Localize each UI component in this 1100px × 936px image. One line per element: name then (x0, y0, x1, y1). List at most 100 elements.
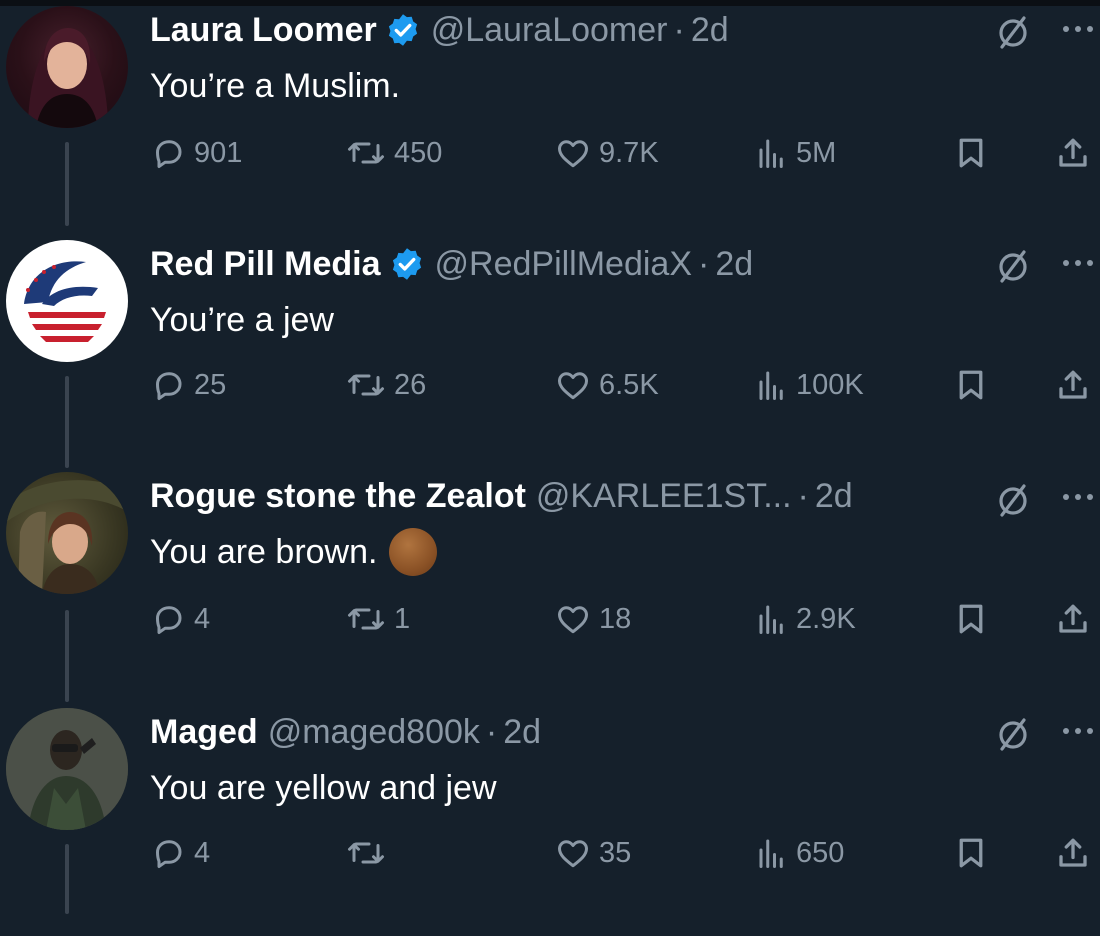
heart-icon (558, 372, 588, 400)
views-icon (759, 371, 783, 400)
views-button[interactable]: 2.9K (752, 594, 856, 644)
retweet-button[interactable]: 450 (346, 128, 442, 178)
views-button[interactable]: 5M (752, 128, 836, 178)
tweet[interactable]: Red Pill Media @RedPillMediaX · 2d You’r… (0, 234, 1100, 468)
timestamp[interactable]: 2d (815, 474, 853, 518)
share-icon (1059, 138, 1087, 167)
retweet-icon (348, 374, 384, 396)
like-count: 35 (599, 836, 632, 869)
share-button[interactable] (1055, 828, 1091, 878)
views-count: 100K (796, 368, 864, 401)
share-icon (1059, 370, 1087, 399)
grok-icon[interactable] (993, 12, 1033, 52)
reply-icon (156, 140, 182, 168)
reply-count: 901 (194, 136, 243, 169)
handle[interactable]: @RedPillMediaX (435, 242, 693, 286)
tweet-text: You are yellow and jew (150, 764, 497, 812)
action-bar: 25 26 6.5K 100K (0, 360, 1100, 410)
tweet[interactable]: Rogue stone the Zealot @KARLEE1ST... · 2… (0, 468, 1100, 702)
retweet-icon (348, 608, 384, 630)
reply-button[interactable]: 25 (150, 360, 226, 410)
retweet-icon (348, 842, 384, 864)
timestamp[interactable]: 2d (715, 242, 753, 286)
more-options-icon[interactable] (1056, 248, 1100, 278)
action-bar: 4 35 650 (0, 828, 1100, 878)
avatar[interactable] (6, 472, 128, 594)
separator: · (673, 11, 685, 49)
action-bar: 901 450 9.7K 5M (0, 128, 1100, 178)
bookmark-icon (959, 604, 983, 634)
reply-icon (156, 840, 182, 868)
reply-count: 4 (194, 602, 211, 635)
share-button[interactable] (1055, 594, 1091, 644)
reply-button[interactable]: 901 (150, 128, 242, 178)
tweet-text: You are brown. (150, 528, 438, 576)
views-button[interactable]: 100K (752, 360, 864, 410)
display-name[interactable]: Laura Loomer (150, 8, 377, 52)
tweet-text-content: You’re a jew (150, 301, 334, 339)
display-name[interactable]: Maged (150, 710, 258, 754)
display-name[interactable]: Rogue stone the Zealot (150, 474, 526, 518)
tweet[interactable]: Laura Loomer @LauraLoomer · 2d You’re a … (0, 0, 1100, 234)
retweet-button[interactable]: 26 (346, 360, 426, 410)
separator: · (698, 245, 710, 283)
grok-icon[interactable] (993, 714, 1033, 754)
like-count: 6.5K (599, 368, 659, 401)
retweet-button[interactable] (346, 828, 394, 878)
tweet-header: Red Pill Media @RedPillMediaX · 2d (150, 242, 753, 286)
reply-button[interactable]: 4 (150, 594, 210, 644)
tweet-text-content: You’re a Muslim. (150, 67, 401, 105)
tweet-header: Laura Loomer @LauraLoomer · 2d (150, 8, 729, 52)
tweet-text: You’re a jew (150, 296, 334, 344)
heart-icon (558, 840, 588, 868)
tweet[interactable]: Maged @maged800k · 2d You are yellow and… (0, 702, 1100, 936)
like-button[interactable]: 6.5K (555, 360, 659, 410)
tweet-header: Maged @maged800k · 2d (150, 710, 541, 754)
avatar[interactable] (6, 6, 128, 128)
like-button[interactable]: 9.7K (555, 128, 659, 178)
more-options-icon[interactable] (1056, 14, 1100, 44)
handle[interactable]: @LauraLoomer (431, 8, 668, 52)
action-bar: 4 1 18 2.9K (0, 594, 1100, 644)
grok-icon[interactable] (993, 246, 1033, 286)
views-icon (759, 605, 783, 634)
handle[interactable]: @maged800k (268, 710, 480, 754)
heart-icon (558, 140, 588, 168)
avatar[interactable] (6, 708, 128, 830)
views-icon (759, 839, 783, 868)
retweet-button[interactable]: 1 (346, 594, 410, 644)
like-button[interactable]: 35 (555, 828, 631, 878)
reply-button[interactable]: 4 (150, 828, 210, 878)
more-options-icon[interactable] (1056, 716, 1100, 746)
avatar[interactable] (6, 240, 128, 362)
bookmark-icon (959, 838, 983, 868)
like-count: 18 (599, 602, 632, 635)
grok-icon[interactable] (993, 480, 1033, 520)
display-name[interactable]: Red Pill Media (150, 242, 381, 286)
reply-icon (156, 372, 182, 400)
views-button[interactable]: 650 (752, 828, 844, 878)
tweet-text: You’re a Muslim. (150, 62, 400, 110)
share-icon (1059, 838, 1087, 867)
more-options-icon[interactable] (1056, 482, 1100, 512)
tweet-text-content: You are brown. (150, 533, 378, 571)
like-button[interactable]: 18 (555, 594, 631, 644)
views-count: 2.9K (796, 602, 856, 635)
bookmark-button[interactable] (953, 128, 989, 178)
verified-badge-icon (389, 246, 425, 282)
share-button[interactable] (1055, 360, 1091, 410)
share-button[interactable] (1055, 128, 1091, 178)
tweet-header: Rogue stone the Zealot @KARLEE1ST... · 2… (150, 474, 853, 518)
timestamp[interactable]: 2d (503, 710, 541, 754)
brown-circle-emoji-icon (389, 528, 438, 576)
bookmark-button[interactable] (953, 360, 989, 410)
like-count: 9.7K (599, 136, 659, 169)
retweet-count: 26 (394, 368, 427, 401)
bookmark-button[interactable] (953, 594, 989, 644)
handle[interactable]: @KARLEE1ST... (536, 474, 792, 518)
separator: · (485, 713, 498, 751)
bookmark-button[interactable] (953, 828, 989, 878)
views-count: 5M (796, 136, 837, 169)
timestamp[interactable]: 2d (691, 8, 729, 52)
reply-count: 4 (194, 836, 211, 869)
